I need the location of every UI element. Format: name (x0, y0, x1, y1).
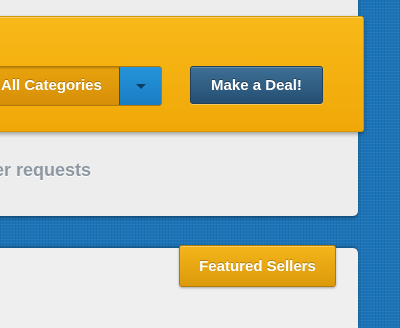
chevron-down-icon (136, 84, 146, 89)
category-select-value: All Categories (1, 77, 102, 94)
featured-sellers-button[interactable]: Featured Sellers (179, 245, 336, 287)
category-dropdown-toggle[interactable] (119, 67, 161, 105)
make-deal-button[interactable]: Make a Deal! (190, 66, 323, 104)
requests-heading: er requests (0, 160, 92, 180)
category-select[interactable]: All Categories (0, 66, 162, 106)
